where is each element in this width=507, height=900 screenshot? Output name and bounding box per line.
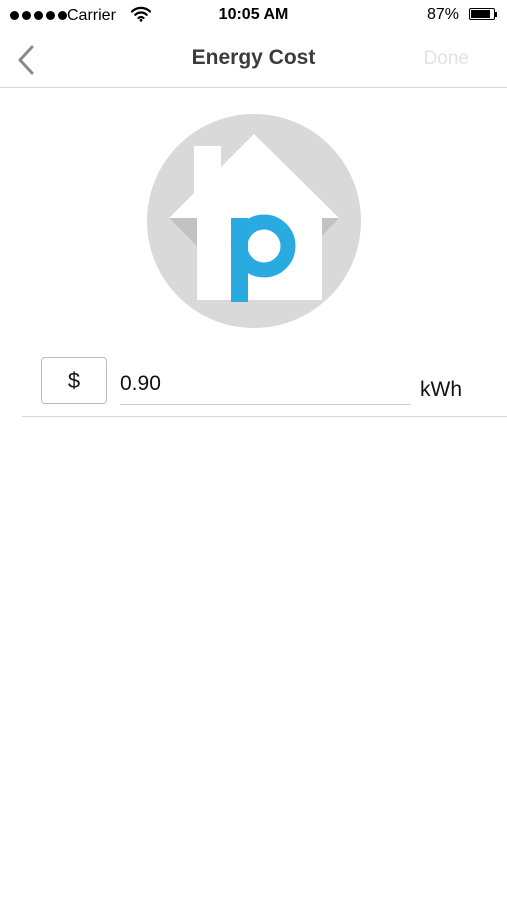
unit-label: kWh bbox=[420, 378, 462, 401]
done-button[interactable]: Done bbox=[424, 48, 469, 70]
energy-cost-row: $ kWh bbox=[22, 346, 507, 417]
house-logo-icon bbox=[147, 114, 361, 328]
currency-button[interactable]: $ bbox=[41, 357, 107, 404]
status-bar: Carrier 10:05 AM 87% bbox=[0, 0, 507, 32]
app-logo bbox=[147, 114, 361, 328]
battery-icon bbox=[469, 8, 497, 22]
battery-percentage: 87% bbox=[426, 6, 459, 23]
navigation-bar: Energy Cost Done bbox=[0, 32, 507, 88]
energy-cost-input[interactable] bbox=[120, 364, 410, 405]
